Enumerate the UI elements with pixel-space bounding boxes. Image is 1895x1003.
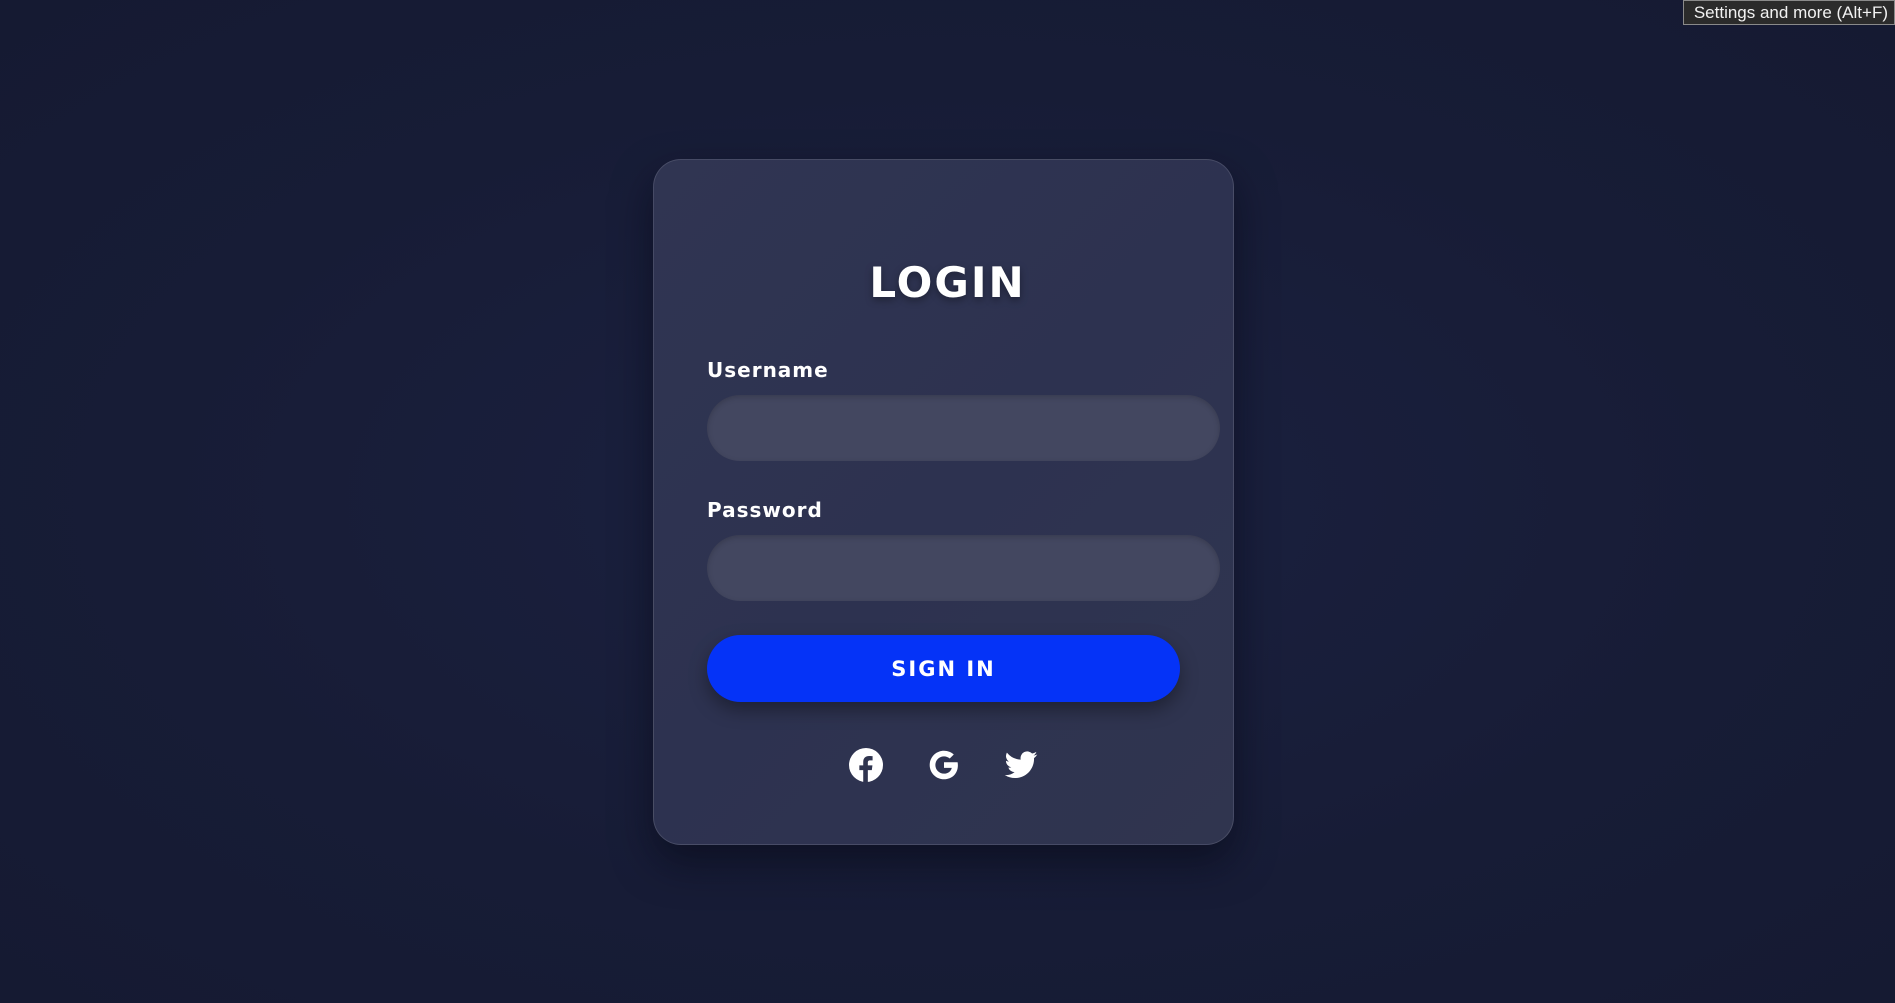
- twitter-icon[interactable]: [1004, 748, 1038, 782]
- login-title: LOGIN: [869, 258, 1026, 307]
- facebook-icon[interactable]: [849, 748, 883, 782]
- sign-in-button[interactable]: SIGN IN: [707, 635, 1180, 702]
- settings-tooltip: Settings and more (Alt+F): [1682, 0, 1895, 25]
- google-icon[interactable]: [927, 748, 961, 782]
- username-label: Username: [707, 358, 829, 382]
- username-input[interactable]: [707, 395, 1220, 461]
- password-label: Password: [707, 498, 823, 522]
- password-input[interactable]: [707, 535, 1220, 601]
